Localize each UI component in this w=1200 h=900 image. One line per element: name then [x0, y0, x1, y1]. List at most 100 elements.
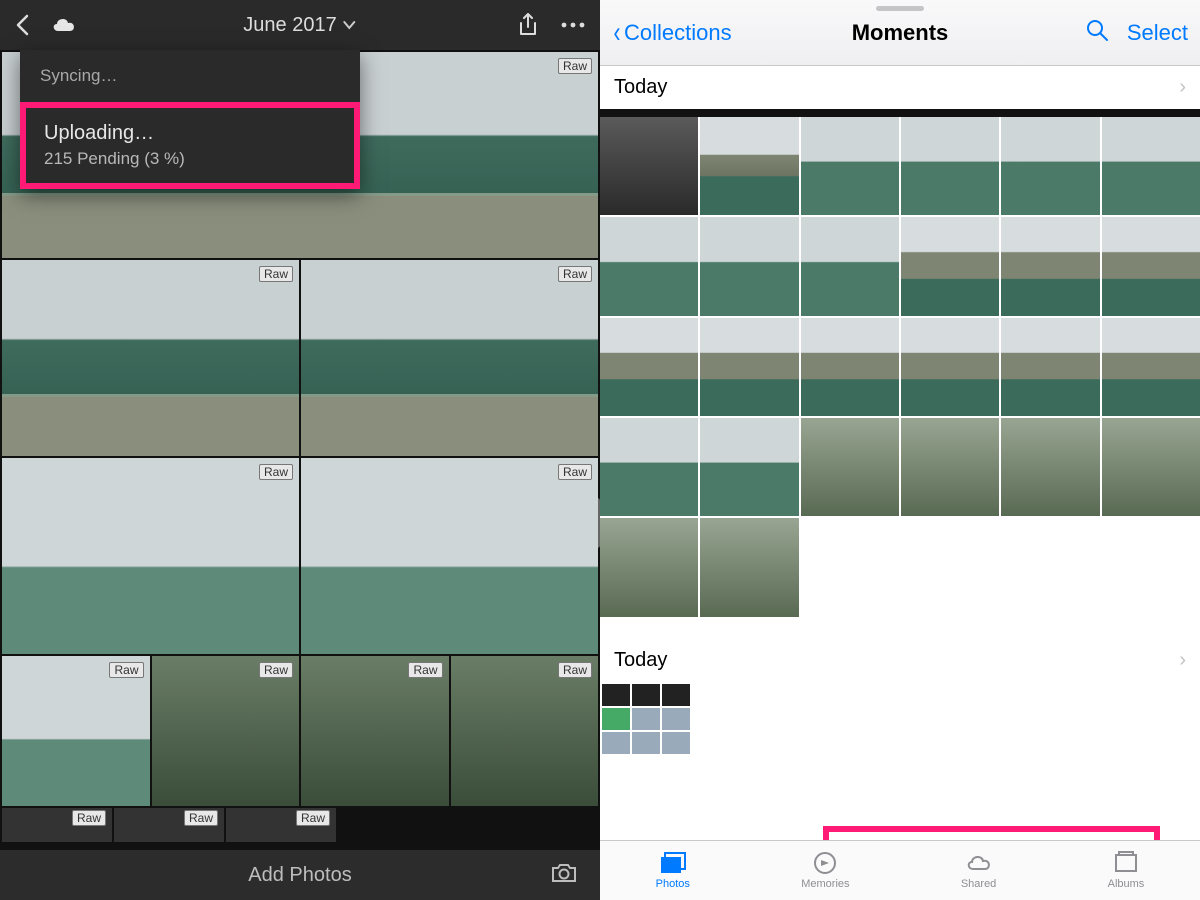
tab-label: Shared	[961, 878, 996, 890]
select-button[interactable]: Select	[1127, 20, 1188, 46]
lightroom-toolbar: June 2017	[0, 0, 600, 50]
photo-thumbnail[interactable]	[901, 418, 999, 516]
raw-badge: Raw	[184, 810, 218, 826]
raw-badge: Raw	[72, 810, 106, 826]
photo-thumbnail[interactable]	[700, 318, 798, 416]
photo-thumbnail[interactable]: Raw	[226, 808, 336, 842]
photo-thumbnail[interactable]: Raw	[301, 260, 598, 456]
chevron-left-icon: ‹	[614, 18, 621, 48]
photo-thumbnail[interactable]	[600, 318, 698, 416]
section-title: Today	[614, 76, 667, 99]
photo-thumbnail[interactable]	[801, 418, 899, 516]
photo-thumbnail[interactable]	[700, 117, 798, 215]
photo-thumbnail[interactable]	[901, 117, 999, 215]
sheet-grabber[interactable]	[876, 6, 924, 11]
photo-thumbnail[interactable]	[801, 318, 899, 416]
raw-badge: Raw	[558, 58, 592, 74]
photo-thumbnail[interactable]	[1001, 117, 1099, 215]
lightroom-bottom-bar: Add Photos	[0, 850, 600, 900]
uploading-highlight: Uploading… 215 Pending (3 %)	[20, 102, 360, 189]
nav-title: Moments	[852, 20, 949, 46]
photos-tabbar: Photos Memories Shared Albums	[600, 840, 1200, 900]
share-icon[interactable]	[518, 13, 538, 37]
raw-badge: Raw	[259, 662, 293, 678]
raw-badge: Raw	[296, 810, 330, 826]
photo-thumbnail[interactable]	[1001, 217, 1099, 315]
photo-thumbnail[interactable]	[1102, 117, 1200, 215]
more-icon[interactable]	[560, 21, 586, 29]
photo-thumbnail[interactable]: Raw	[114, 808, 224, 842]
photo-thumbnail[interactable]	[600, 217, 698, 315]
photo-thumbnail[interactable]: Raw	[301, 656, 449, 806]
photo-thumbnail[interactable]	[1102, 418, 1200, 516]
pending-label: 215 Pending (3 %)	[44, 149, 336, 169]
lightroom-pane: June 2017 Syncing… Uploading… 215 Pendin…	[0, 0, 600, 900]
raw-badge: Raw	[109, 662, 143, 678]
memories-icon	[811, 851, 839, 875]
photo-thumbnail[interactable]	[600, 418, 698, 516]
search-icon[interactable]	[1085, 18, 1109, 48]
collection-title-dropdown[interactable]: June 2017	[243, 14, 356, 37]
photo-thumbnail[interactable]	[801, 117, 899, 215]
photo-thumbnail[interactable]	[801, 217, 899, 315]
photo-thumbnail[interactable]	[600, 518, 698, 616]
section-header[interactable]: Today ›	[600, 639, 1200, 682]
tab-shared[interactable]: Shared	[961, 851, 996, 890]
photo-strip	[600, 109, 1200, 117]
collection-title: June 2017	[243, 14, 336, 37]
syncing-label: Syncing…	[20, 50, 360, 102]
photo-thumbnail[interactable]	[600, 117, 698, 215]
chevron-right-icon: ›	[1179, 76, 1186, 99]
add-photos-button[interactable]: Add Photos	[248, 864, 351, 887]
photos-navbar: ‹ Collections Moments Select	[600, 0, 1200, 66]
photo-thumbnail[interactable]	[700, 418, 798, 516]
camera-icon[interactable]	[550, 862, 578, 889]
raw-badge: Raw	[259, 266, 293, 282]
photo-thumbnail[interactable]: Raw	[2, 458, 299, 654]
photo-thumbnail[interactable]	[901, 318, 999, 416]
raw-badge: Raw	[558, 464, 592, 480]
photo-thumbnail[interactable]: Raw	[152, 656, 300, 806]
albums-icon	[1112, 851, 1140, 875]
section-2: Today ›	[600, 639, 1200, 756]
uploading-label: Uploading…	[44, 122, 336, 145]
section-header[interactable]: Today ›	[600, 66, 1200, 109]
photo-thumbnail[interactable]: Raw	[301, 458, 598, 654]
back-icon[interactable]	[14, 14, 32, 36]
sync-popover: Syncing… Uploading… 215 Pending (3 %)	[20, 50, 360, 189]
tab-photos[interactable]: Photos	[656, 851, 690, 890]
section-title: Today	[614, 649, 667, 672]
raw-badge: Raw	[408, 662, 442, 678]
photo-thumbnail[interactable]: Raw	[451, 656, 599, 806]
photo-thumbnail[interactable]: Raw	[2, 808, 112, 842]
photos-grid	[600, 117, 1200, 617]
tab-label: Photos	[656, 878, 690, 890]
raw-badge: Raw	[558, 266, 592, 282]
photo-thumbnail[interactable]: Raw	[2, 260, 299, 456]
tab-albums[interactable]: Albums	[1108, 851, 1145, 890]
back-button[interactable]: ‹ Collections	[612, 18, 732, 48]
photos-pane: ‹ Collections Moments Select Today ›	[600, 0, 1200, 900]
photo-thumbnail[interactable]	[901, 217, 999, 315]
tab-label: Memories	[801, 878, 849, 890]
photos-scroll[interactable]: Today ›	[600, 66, 1200, 840]
photo-thumbnail[interactable]	[1001, 318, 1099, 416]
photos-stack-icon	[659, 851, 687, 875]
small-thumbnails[interactable]	[600, 682, 1200, 756]
tab-label: Albums	[1108, 878, 1145, 890]
photo-thumbnail[interactable]	[700, 217, 798, 315]
chevron-right-icon: ›	[1179, 649, 1186, 672]
library-summary-highlight: 16,062 Photos, 574 Videos Uploading 220 …	[823, 826, 1160, 840]
photo-thumbnail[interactable]: Raw	[2, 656, 150, 806]
photo-thumbnail[interactable]	[1102, 217, 1200, 315]
photo-thumbnail[interactable]	[1001, 418, 1099, 516]
photo-thumbnail[interactable]	[1102, 318, 1200, 416]
chevron-down-icon	[343, 20, 357, 30]
raw-badge: Raw	[558, 662, 592, 678]
cloud-icon[interactable]	[50, 15, 78, 35]
raw-badge: Raw	[259, 464, 293, 480]
shared-icon	[965, 851, 993, 875]
back-label: Collections	[624, 20, 732, 46]
tab-memories[interactable]: Memories	[801, 851, 849, 890]
photo-thumbnail[interactable]	[700, 518, 798, 616]
